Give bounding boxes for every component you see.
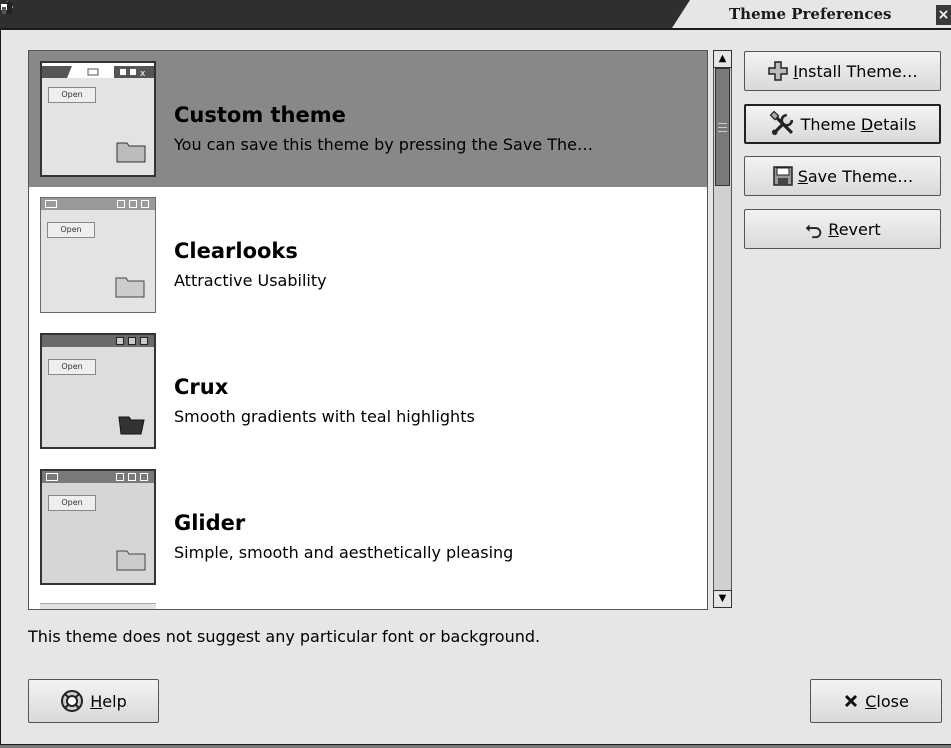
preview-titlebar [41,198,155,210]
preview-close-icon [140,337,148,345]
title-bar: Theme Preferences × [0,0,951,30]
svg-text:x: x [140,69,146,78]
save-theme-button[interactable]: Save Theme… [744,156,941,196]
preview-open-label: Open [61,90,83,99]
close-x-icon [845,694,858,708]
preview-open-label: Open [61,498,83,507]
folder-icon [115,277,145,298]
theme-row-custom[interactable]: x Open Custom theme You can save this th… [29,51,707,187]
window-title: Theme Preferences [729,5,892,23]
preview-titlebar-shape: x [42,66,154,79]
save-label-post: ave Theme… [807,166,914,186]
details-label-post: etails [873,114,917,134]
window-app-icon [2,2,12,14]
theme-preview-partial [40,603,156,609]
tools-icon [769,110,793,136]
floppy-icon [772,166,793,186]
help-label: Help [90,692,126,711]
close-label-mnemonic: C [865,691,877,711]
install-theme-button[interactable]: Install Theme… [744,51,941,91]
theme-preview: Open [40,333,156,449]
scroll-grip [718,131,727,132]
list-scrollbar[interactable]: ▲ ▼ [713,50,732,608]
help-button[interactable]: Help [28,679,159,723]
close-button[interactable]: Close [810,679,942,723]
theme-row-clearlooks[interactable]: Open Clearlooks Attractive Usability [29,187,707,323]
theme-name: Glider [174,511,246,535]
preview-minimize-icon [117,200,125,208]
preview-minimize-icon [116,473,124,481]
window-frame [0,30,1,747]
folder-icon [118,416,145,435]
theme-name: Custom theme [174,103,346,127]
preview-open-label: Open [61,362,83,371]
revert-label: Revert [828,220,880,239]
preview-maximize-icon [128,473,136,481]
scroll-down-button[interactable]: ▼ [713,590,732,608]
preview-close-icon [140,473,148,481]
window-close-button[interactable]: × [936,5,951,25]
theme-name: Crux [174,375,229,399]
details-label-mnemonic: D [860,114,874,134]
theme-list[interactable]: x Open Custom theme You can save this th… [28,50,708,610]
save-label-mnemonic: S [797,166,808,186]
close-label-post: lose [876,691,909,711]
preview-open-button: Open [48,495,96,511]
preview-open-button: Open [48,87,96,103]
install-label-post: nstall Theme… [798,61,918,81]
install-label: Install Theme… [793,62,917,81]
theme-row-glider[interactable]: Open Glider Simple, smooth and aesthetic… [29,459,707,595]
preview-menu-icon [46,473,58,481]
theme-preview: x Open [40,61,156,177]
theme-name: Clearlooks [174,239,298,263]
scroll-up-button[interactable]: ▲ [713,50,732,68]
preview-titlebar [42,335,154,347]
revert-button[interactable]: Revert [744,209,941,249]
help-icon [61,690,84,712]
scroll-thumb[interactable] [715,68,730,186]
theme-description: Attractive Usability [174,271,327,290]
help-label-mnemonic: H [90,691,103,711]
preview-open-label: Open [60,225,82,234]
help-label-post: elp [102,691,127,711]
theme-preview: Open [40,469,156,585]
revert-icon [806,224,822,239]
revert-label-post: evert [838,219,881,239]
theme-row-crux[interactable]: Open Crux Smooth gradients with teal hig… [29,323,707,459]
preview-open-button: Open [47,222,95,238]
scroll-grip [718,123,727,124]
install-icon [768,61,789,81]
preview-titlebar [42,471,154,483]
theme-description: Smooth gradients with teal highlights [174,407,475,426]
theme-description: You can save this theme by pressing the … [174,135,593,154]
preview-menu-icon [45,200,57,208]
revert-label-mnemonic: R [828,219,839,239]
scroll-grip [718,127,727,128]
folder-icon [116,550,146,571]
preview-maximize-icon [129,200,137,208]
preview-open-button: Open [48,359,96,375]
save-theme-label: Save Theme… [798,167,914,186]
preview-titlebar: x [42,63,154,79]
preview-maximize-icon [128,337,136,345]
theme-description: Simple, smooth and aesthetically pleasin… [174,543,514,562]
theme-preview: Open [40,197,156,313]
close-label: Close [865,692,909,711]
preview-close-icon [141,200,149,208]
theme-details-label: Theme Details [801,115,917,134]
theme-hint-text: This theme does not suggest any particul… [28,627,541,646]
window-bottom-border [0,744,951,748]
preview-minimize-icon [116,337,124,345]
details-label-pre: Theme [800,114,861,134]
theme-details-button[interactable]: Theme Details [744,104,941,144]
folder-icon [116,142,146,163]
